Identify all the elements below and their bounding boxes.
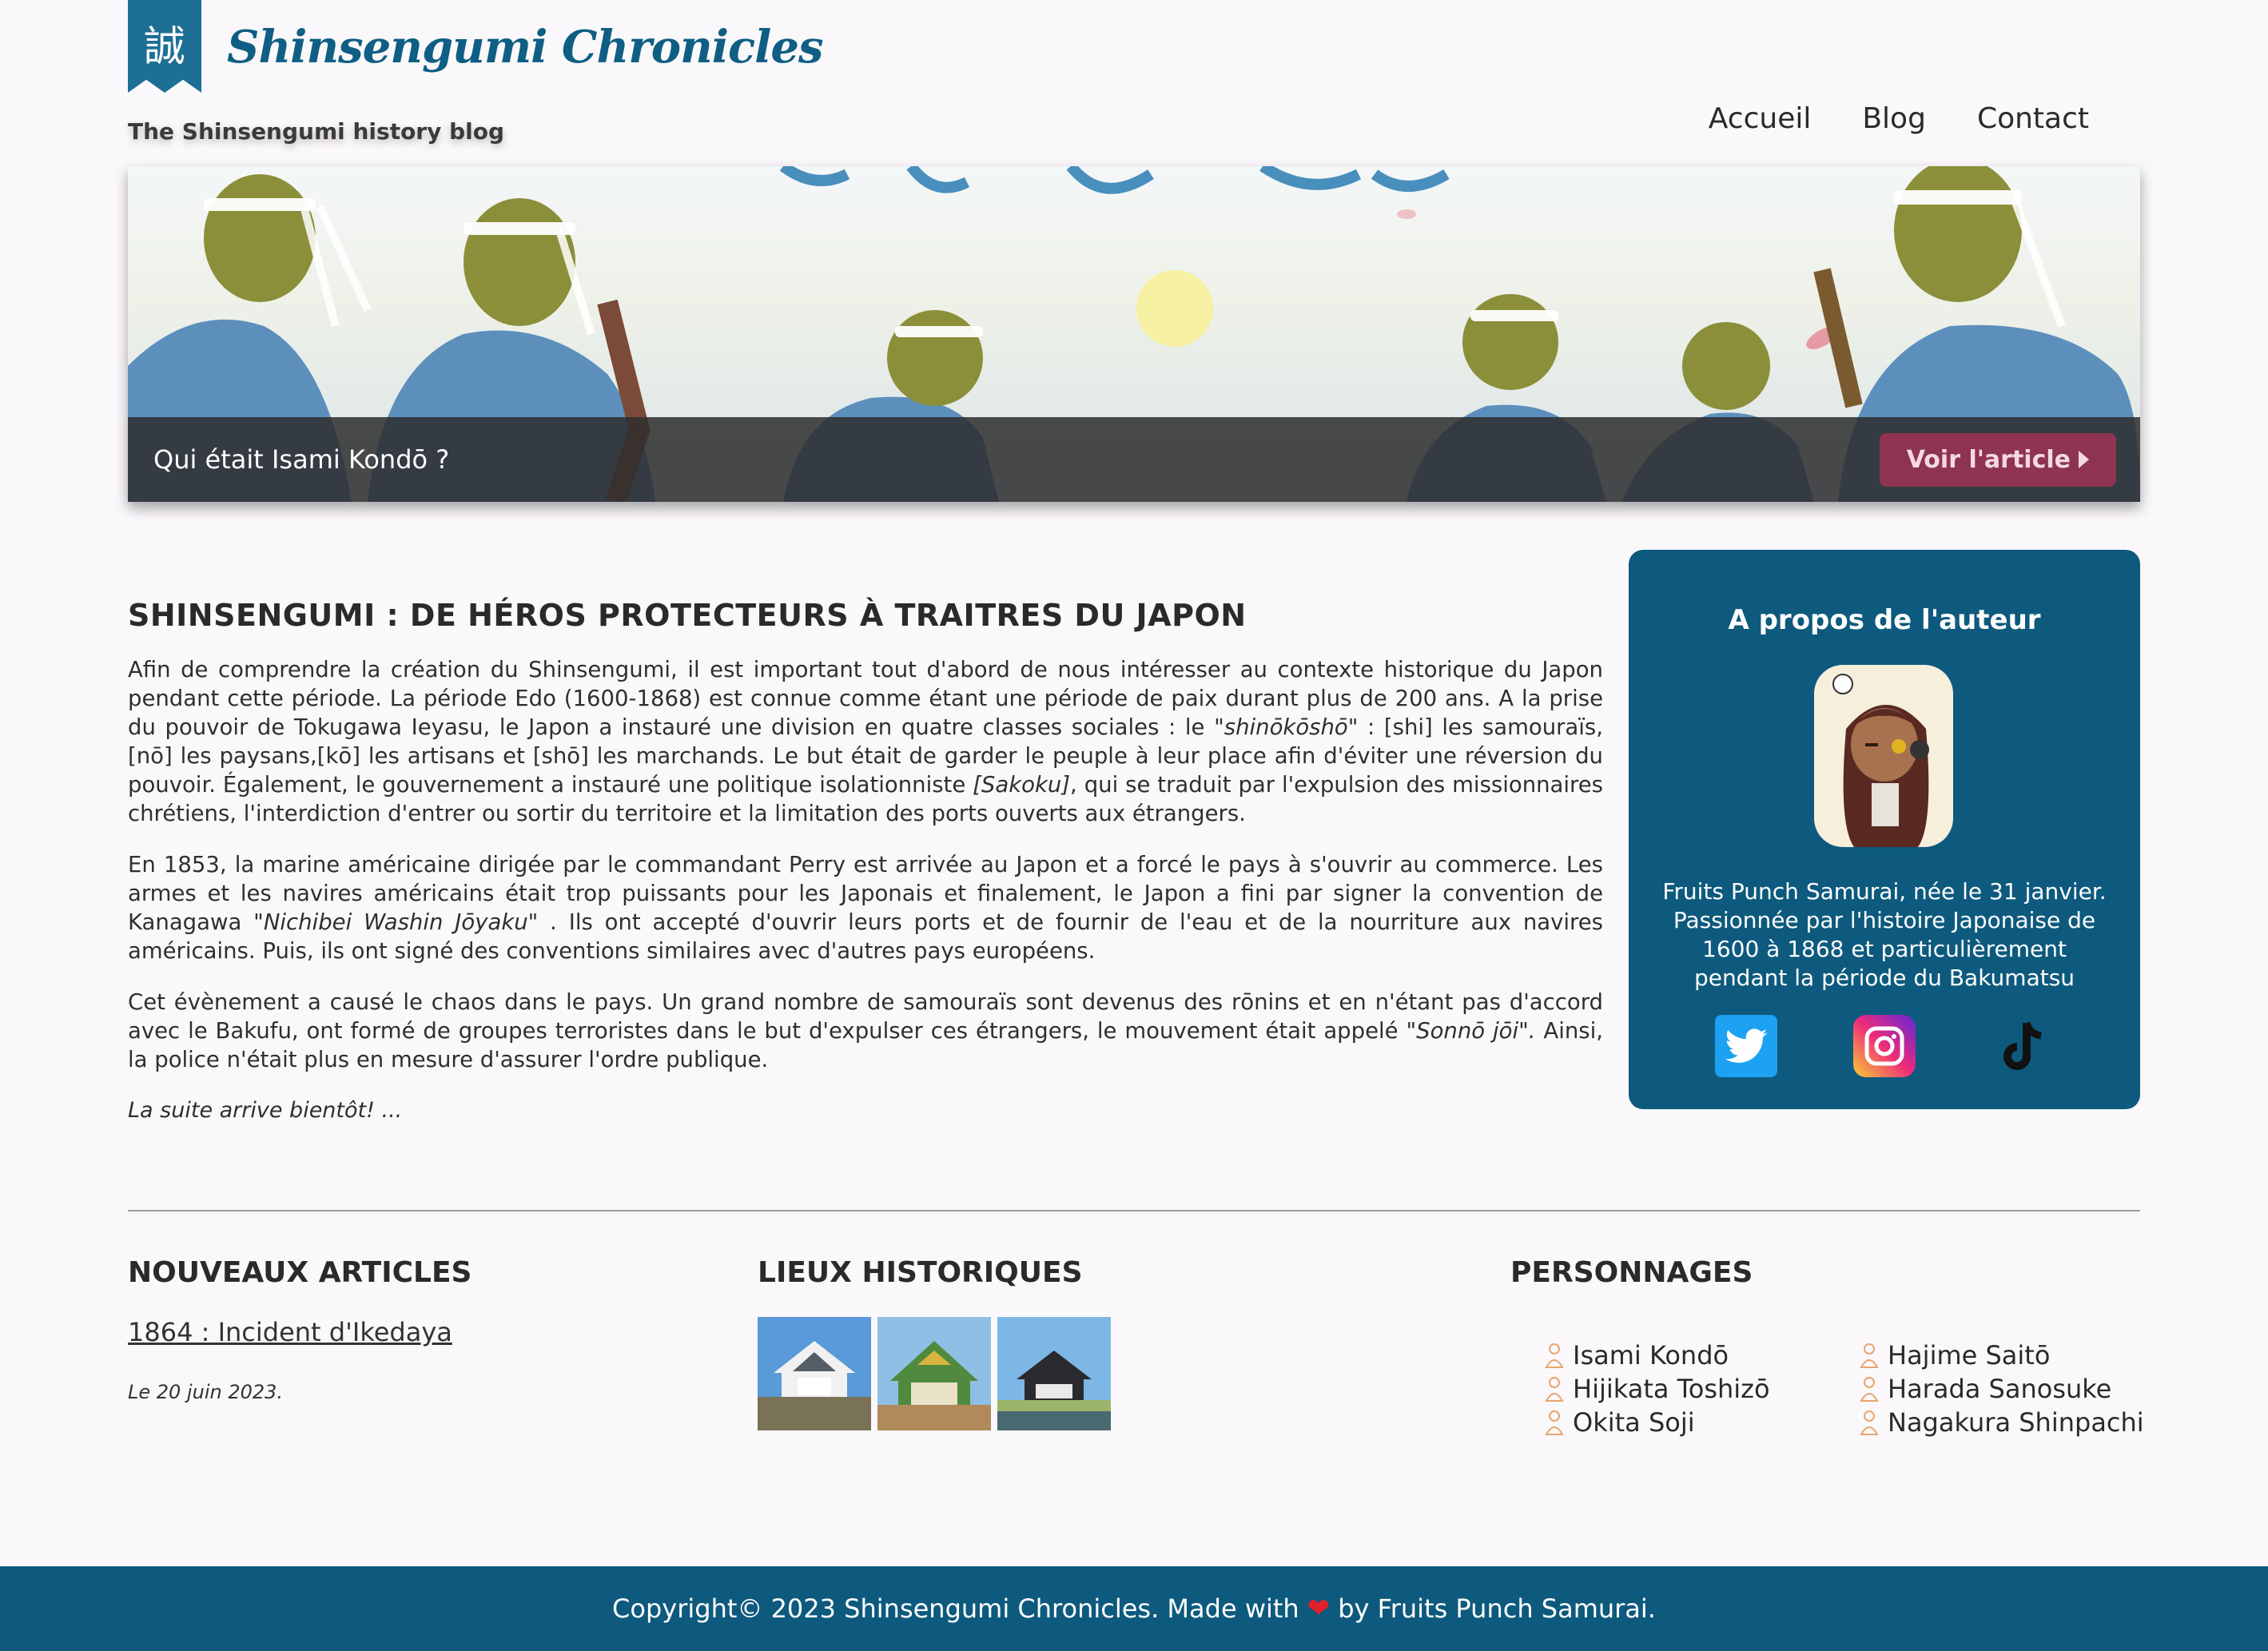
hero-caption: Qui était Isami Kondō ?	[153, 444, 450, 475]
author-sidebar: A propos de l'auteur Fruits Punch Samura…	[1629, 550, 2140, 1109]
character-item[interactable]: Harada Sanosuke	[1859, 1373, 2147, 1405]
nav-accueil[interactable]: Accueil	[1709, 102, 1812, 135]
caret-right-icon	[2079, 451, 2089, 468]
footer-author: by Fruits Punch Samurai.	[1338, 1593, 1656, 1624]
instagram-icon[interactable]	[1852, 1015, 1916, 1077]
samurai-icon	[1545, 1410, 1564, 1435]
hero-banner: Qui était Isami Kondō ? Voir l'article	[128, 166, 2140, 502]
article-teaser: La suite arrive bientôt! ...	[128, 1098, 403, 1123]
new-articles-title: NOUVEAUX ARTICLES	[128, 1256, 472, 1289]
article-title: SHINSENGUMI : DE HÉROS PROTECTEURS À TRA…	[128, 598, 1247, 633]
article-paragraph-1: Afin de comprendre la création du Shinse…	[128, 657, 1603, 826]
samurai-icon	[1860, 1410, 1879, 1435]
nav-contact[interactable]: Contact	[1977, 102, 2089, 135]
twitter-icon[interactable]	[1714, 1015, 1777, 1077]
character-item[interactable]: Isami Kondō	[1544, 1339, 1859, 1371]
view-article-button[interactable]: Voir l'article	[1879, 432, 2116, 487]
article-paragraph-3: Cet évènement a causé le chaos dans le p…	[128, 989, 1603, 1072]
samurai-icon	[1545, 1343, 1564, 1368]
logo-badge[interactable]: 誠	[128, 0, 201, 93]
author-avatar	[1814, 665, 1953, 847]
tiktok-icon[interactable]	[1991, 1015, 2054, 1077]
hero-caption-bar: Qui était Isami Kondō ? Voir l'article	[128, 417, 2140, 502]
character-item[interactable]: Nagakura Shinpachi	[1859, 1406, 2147, 1438]
article-paragraph-2: En 1853, la marine américaine dirigée pa…	[128, 852, 1604, 964]
page: 誠 Shinsengumi Chronicles The Shinsengumi…	[0, 0, 2268, 1651]
new-article-link[interactable]: 1864 : Incident d'Ikedaya	[128, 1317, 452, 1347]
character-item[interactable]: Okita Soji	[1544, 1406, 1859, 1438]
main-article: SHINSENGUMI : DE HÉROS PROTECTEURS À TRA…	[128, 598, 1603, 1148]
sidebar-title: A propos de l'auteur	[1728, 604, 2041, 636]
new-article-date: Le 20 juin 2023.	[128, 1381, 284, 1403]
characters-list: Isami Kondō Hajime Saitō Hijikata Toshiz…	[1544, 1339, 2147, 1438]
samurai-icon	[1860, 1377, 1879, 1402]
samurai-icon	[1545, 1377, 1564, 1402]
footer-copyright: Copyright© 2023 Shinsengumi Chronicles. …	[612, 1593, 1299, 1624]
site-title[interactable]: Shinsengumi Chronicles	[227, 21, 824, 74]
site-tagline: The Shinsengumi history blog	[128, 118, 505, 145]
site-footer: Copyright© 2023 Shinsengumi Chronicles. …	[0, 1566, 2268, 1651]
logo-kanji: 誠	[143, 23, 185, 71]
main-nav: Accueil Blog Contact	[1709, 102, 2089, 135]
characters-title: PERSONNAGES	[1510, 1256, 1753, 1289]
historic-places-gallery	[758, 1317, 1111, 1430]
character-item[interactable]: Hijikata Toshizō	[1544, 1373, 1859, 1405]
view-article-label: Voir l'article	[1906, 445, 2071, 474]
heart-icon: ❤	[1307, 1593, 1331, 1625]
castle-thumbnail-1[interactable]	[758, 1317, 871, 1430]
nav-blog[interactable]: Blog	[1862, 102, 1926, 135]
author-bio: Fruits Punch Samurai, née le 31 janvier.…	[1662, 878, 2107, 991]
samurai-icon	[1860, 1343, 1879, 1368]
character-item[interactable]: Hajime Saitō	[1859, 1339, 2147, 1371]
social-links	[1629, 1015, 2140, 1077]
section-divider	[128, 1210, 2140, 1211]
castle-thumbnail-3[interactable]	[997, 1317, 1111, 1430]
castle-thumbnail-2[interactable]	[877, 1317, 991, 1430]
historic-places-title: LIEUX HISTORIQUES	[758, 1256, 1083, 1289]
